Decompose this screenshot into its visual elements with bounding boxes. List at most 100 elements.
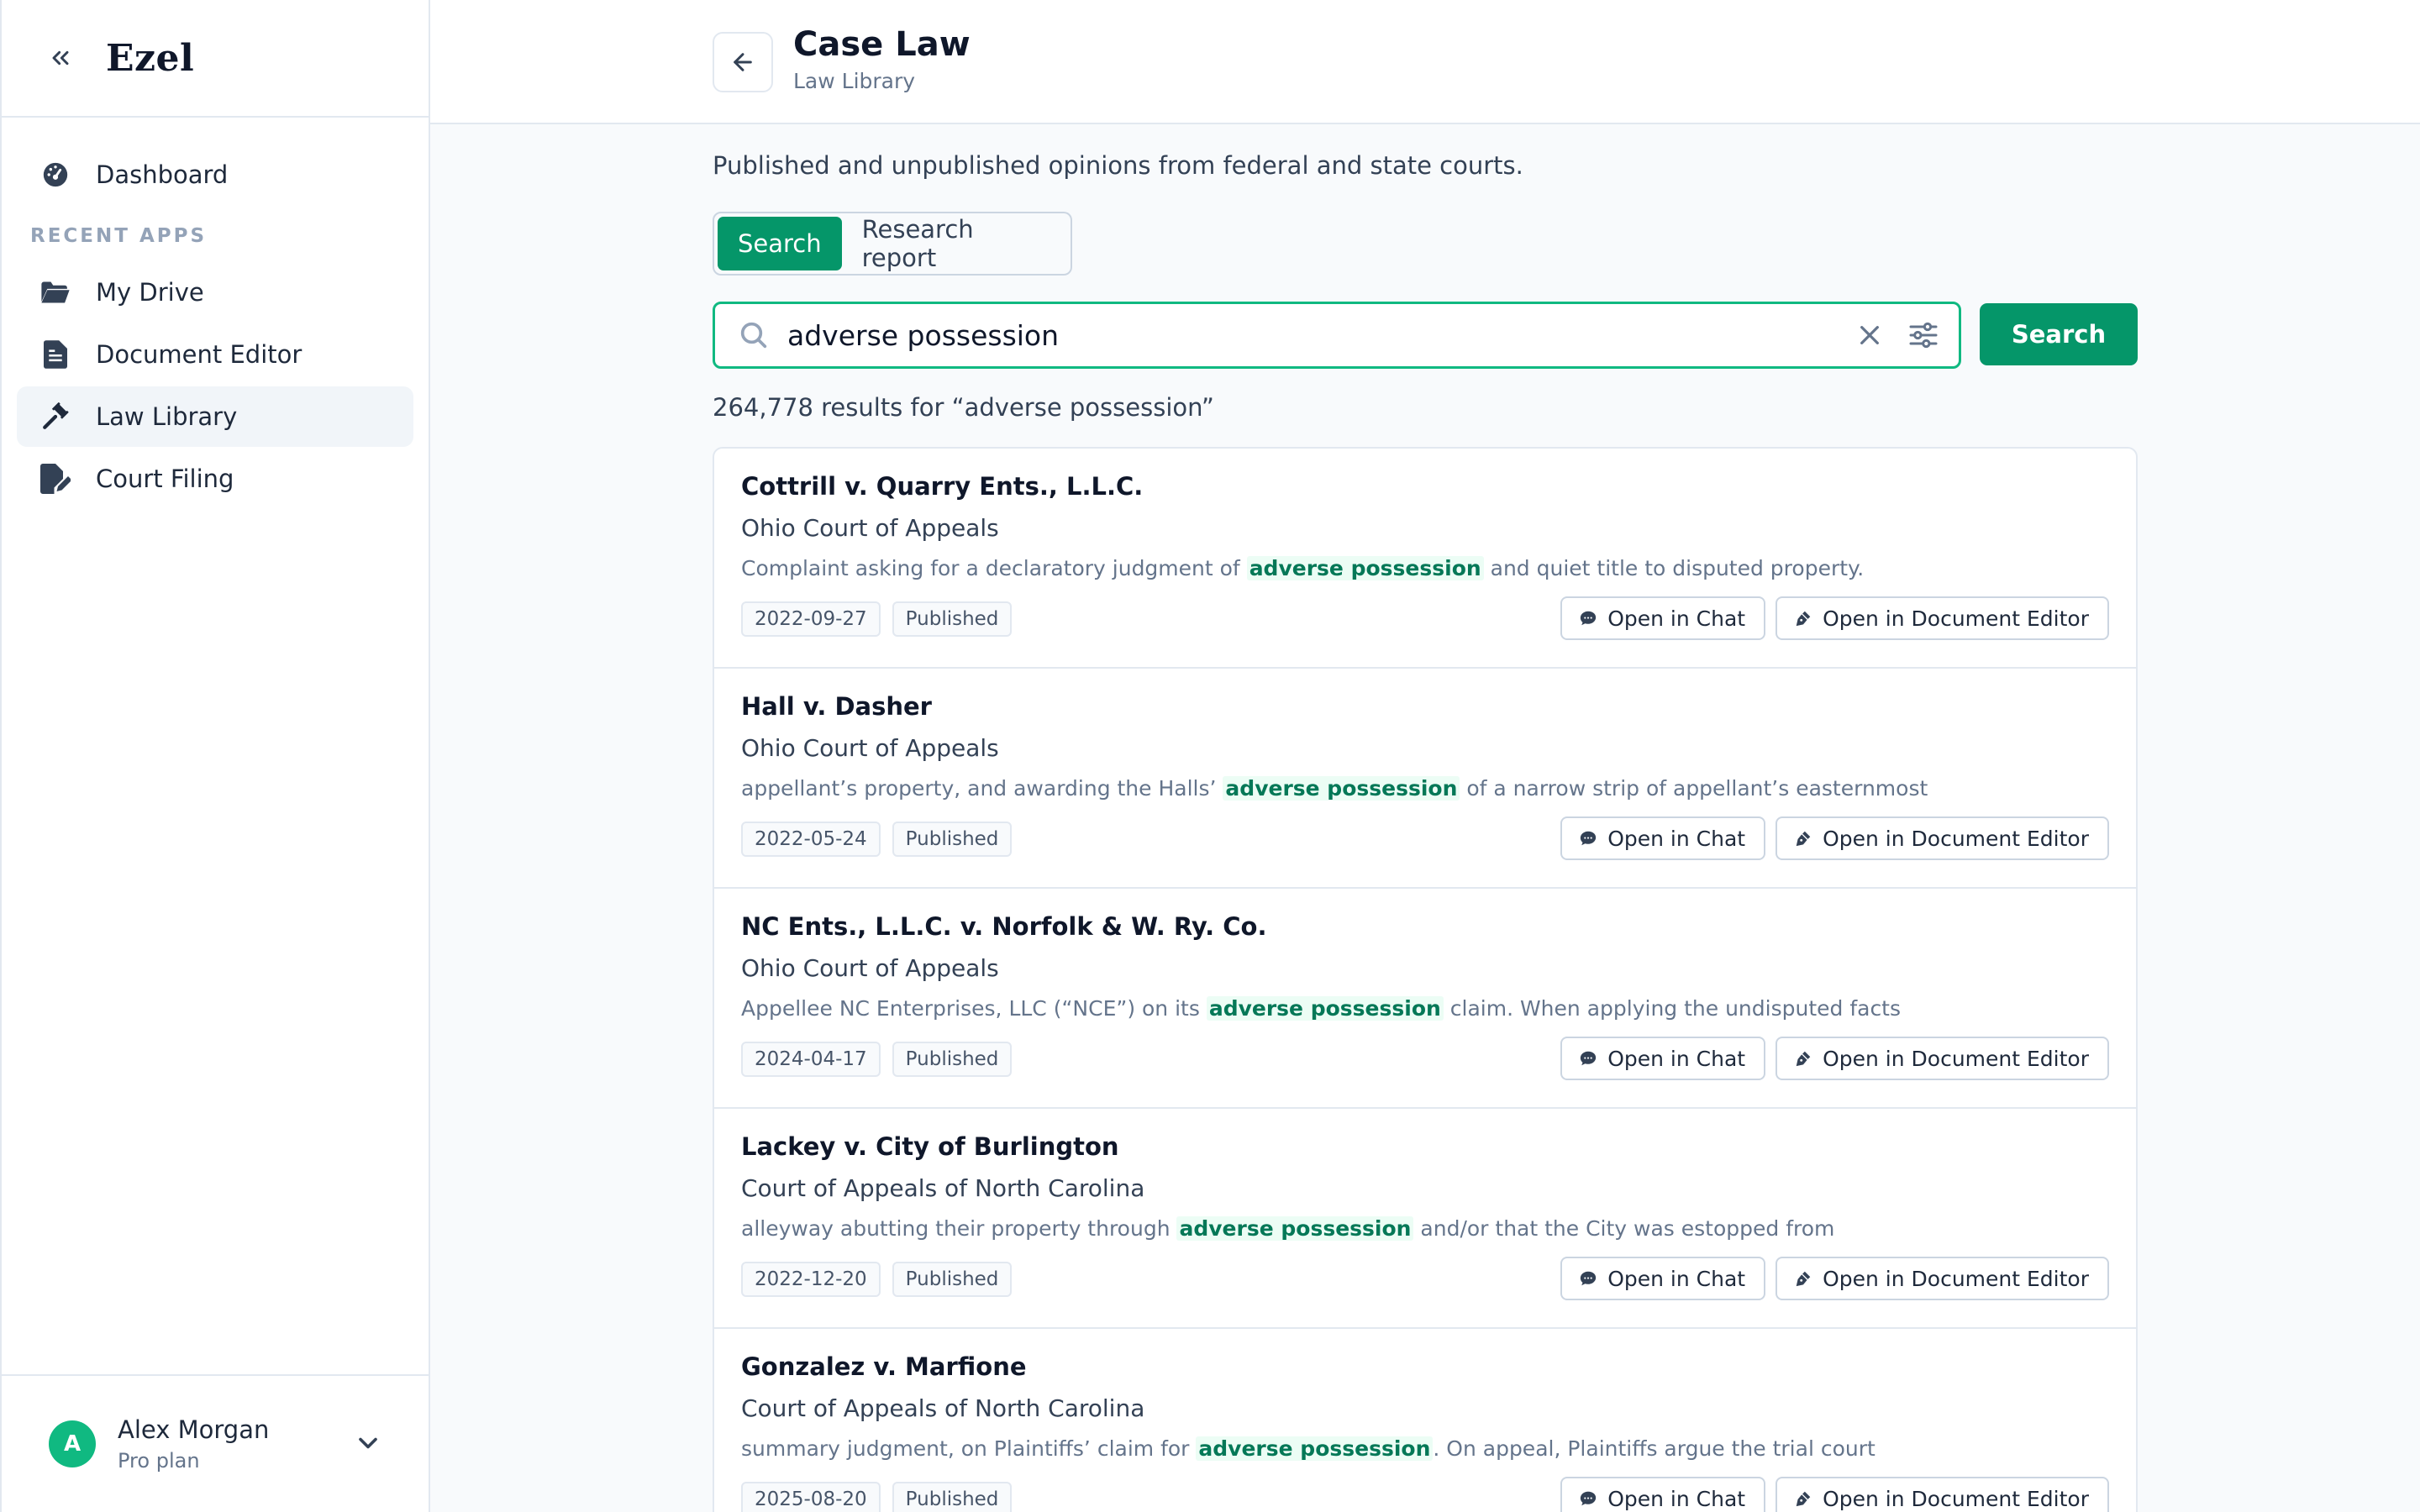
- snippet-highlight: adverse possession: [1176, 1216, 1414, 1241]
- open-in-editor-button[interactable]: Open in Document Editor: [1776, 1257, 2109, 1300]
- case-title[interactable]: Lackey v. City of Burlington: [741, 1132, 1119, 1161]
- search-input[interactable]: [787, 318, 1856, 352]
- tab-research-report[interactable]: Research report: [842, 215, 1067, 272]
- case-snippet: alleyway abutting their property through…: [741, 1216, 1834, 1241]
- tab-search[interactable]: Search: [718, 217, 842, 270]
- snippet-text: and/or that the City was estopped from: [1413, 1216, 1835, 1241]
- open-in-chat-button[interactable]: Open in Chat: [1560, 816, 1766, 860]
- sidebar-item-my-drive[interactable]: My Drive: [17, 262, 413, 323]
- app-brand: Ezel: [106, 36, 195, 80]
- document-icon: [40, 339, 71, 370]
- date-badge: 2025-08-20: [741, 1482, 881, 1512]
- sidebar-item-court-filing[interactable]: Court Filing: [17, 449, 413, 509]
- case-court: Court of Appeals of North Carolina: [741, 1174, 1145, 1202]
- avatar: A: [49, 1420, 96, 1467]
- result-item: Hall v. Dasher Ohio Court of Appeals app…: [714, 669, 2136, 889]
- snippet-highlight: adverse possession: [1206, 996, 1444, 1021]
- case-title[interactable]: NC Ents., L.L.C. v. Norfolk & W. Ry. Co.: [741, 912, 1266, 941]
- button-label: Open in Chat: [1607, 606, 1746, 631]
- chat-bubble-icon: [1581, 831, 1597, 846]
- case-snippet: Appellee NC Enterprises, LLC (“NCE”) on …: [741, 996, 1901, 1021]
- search-icon: [740, 322, 767, 349]
- snippet-text: appellant’s property, and awarding the H…: [741, 776, 1223, 801]
- open-in-chat-button[interactable]: Open in Chat: [1560, 1257, 1766, 1300]
- result-item: NC Ents., L.L.C. v. Norfolk & W. Ry. Co.…: [714, 889, 2136, 1109]
- case-title[interactable]: Gonzalez v. Marfione: [741, 1352, 1027, 1381]
- back-button[interactable]: [713, 32, 773, 92]
- sidebar-item-label: Dashboard: [96, 160, 229, 189]
- chat-bubble-icon: [1581, 1271, 1597, 1286]
- sidebar-header: Ezel: [2, 0, 429, 118]
- search-box: [713, 302, 1961, 369]
- user-menu[interactable]: A Alex Morgan Pro plan: [2, 1374, 429, 1512]
- result-item: Gonzalez v. Marfione Court of Appeals of…: [714, 1329, 2136, 1512]
- button-label: Open in Chat: [1607, 1486, 1746, 1511]
- date-badge: 2024-04-17: [741, 1042, 881, 1077]
- open-in-editor-button[interactable]: Open in Document Editor: [1776, 596, 2109, 640]
- case-actions: Open in Chat Open in Document Editor: [1550, 1477, 2109, 1512]
- button-label: Open in Chat: [1607, 826, 1746, 851]
- search-button[interactable]: Search: [1980, 303, 2138, 365]
- button-label: Open in Document Editor: [1823, 826, 2089, 851]
- recent-apps-label: RECENT APPS: [30, 225, 208, 247]
- collapse-sidebar-button[interactable]: [44, 41, 77, 75]
- sidebar-item-law-library[interactable]: Law Library: [17, 386, 413, 447]
- open-in-editor-button[interactable]: Open in Document Editor: [1776, 1477, 2109, 1512]
- snippet-highlight: adverse possession: [1223, 776, 1460, 801]
- chat-bubble-icon: [1581, 611, 1597, 626]
- dashboard-icon: [40, 160, 71, 190]
- sidebar-item-label: Document Editor: [96, 340, 302, 369]
- case-court: Ohio Court of Appeals: [741, 514, 999, 542]
- case-snippet: Complaint asking for a declaratory judgm…: [741, 556, 1864, 580]
- case-title[interactable]: Cottrill v. Quarry Ents., L.L.C.: [741, 472, 1143, 501]
- pen-nib-icon: [1796, 1491, 1811, 1507]
- user-plan: Pro plan: [118, 1449, 200, 1473]
- case-actions: Open in Chat Open in Document Editor: [1550, 816, 2109, 860]
- sidebar: Ezel Dashboard RECENT APPS My Drive Docu…: [0, 0, 430, 1512]
- result-item: Cottrill v. Quarry Ents., L.L.C. Ohio Co…: [714, 449, 2136, 669]
- open-in-chat-button[interactable]: Open in Chat: [1560, 1037, 1766, 1080]
- status-badge: Published: [892, 1482, 1013, 1512]
- status-badge: Published: [892, 1042, 1013, 1077]
- results-list: Cottrill v. Quarry Ents., L.L.C. Ohio Co…: [713, 447, 2138, 1512]
- date-badge: 2022-12-20: [741, 1262, 881, 1297]
- case-badges: 2022-05-24 Published: [741, 822, 1023, 857]
- snippet-text: Complaint asking for a declaratory judgm…: [741, 556, 1247, 580]
- pen-nib-icon: [1796, 611, 1811, 627]
- open-in-chat-button[interactable]: Open in Chat: [1560, 596, 1766, 640]
- search-mode-tabs: Search Research report: [713, 212, 1072, 276]
- open-in-editor-button[interactable]: Open in Document Editor: [1776, 1037, 2109, 1080]
- user-info: Alex Morgan Pro plan: [118, 1415, 269, 1473]
- case-court: Ohio Court of Appeals: [741, 954, 999, 982]
- snippet-highlight: adverse possession: [1196, 1436, 1434, 1461]
- button-label: Open in Chat: [1607, 1046, 1746, 1071]
- snippet-highlight: adverse possession: [1246, 556, 1484, 580]
- case-badges: 2025-08-20 Published: [741, 1482, 1023, 1512]
- date-badge: 2022-09-27: [741, 601, 881, 637]
- case-title[interactable]: Hall v. Dasher: [741, 692, 932, 721]
- status-badge: Published: [892, 1262, 1013, 1297]
- snippet-text: and quiet title to disputed property.: [1483, 556, 1865, 580]
- snippet-text: claim. When applying the undisputed fact…: [1443, 996, 1902, 1021]
- case-actions: Open in Chat Open in Document Editor: [1550, 1257, 2109, 1300]
- chat-bubble-icon: [1581, 1491, 1597, 1506]
- sidebar-nav: Dashboard RECENT APPS My Drive Document …: [2, 118, 429, 509]
- snippet-text: summary judgment, on Plaintiffs’ claim f…: [741, 1436, 1197, 1461]
- status-badge: Published: [892, 601, 1013, 637]
- arrow-left-icon: [734, 53, 752, 71]
- open-in-chat-button[interactable]: Open in Chat: [1560, 1477, 1766, 1512]
- file-edit-icon: [40, 464, 71, 494]
- button-label: Open in Document Editor: [1823, 1046, 2089, 1071]
- filter-sliders-icon[interactable]: [1907, 318, 1940, 352]
- clear-search-icon[interactable]: [1856, 322, 1883, 349]
- page-title: Case Law: [793, 25, 971, 64]
- sidebar-item-label: My Drive: [96, 278, 204, 307]
- button-label: Open in Document Editor: [1823, 1486, 2089, 1511]
- case-badges: 2022-09-27 Published: [741, 601, 1023, 637]
- sidebar-item-document-editor[interactable]: Document Editor: [17, 324, 413, 385]
- case-snippet: summary judgment, on Plaintiffs’ claim f…: [741, 1436, 1876, 1461]
- chevron-down-icon: [359, 1437, 377, 1449]
- open-in-editor-button[interactable]: Open in Document Editor: [1776, 816, 2109, 860]
- sidebar-item-dashboard[interactable]: Dashboard: [17, 144, 413, 205]
- button-label: Open in Chat: [1607, 1266, 1746, 1291]
